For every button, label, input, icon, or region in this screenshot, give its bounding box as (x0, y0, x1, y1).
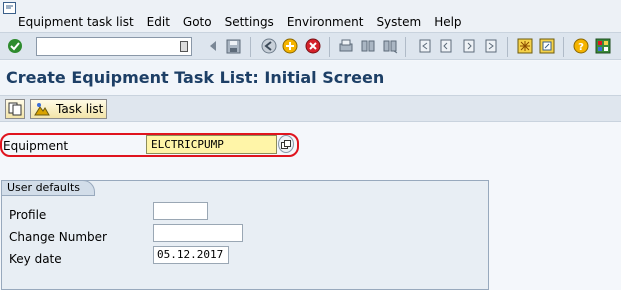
find-icon[interactable] (360, 38, 376, 54)
menu-bar: Equipment task list Edit Goto Settings E… (0, 0, 621, 32)
help-icon[interactable]: ? (573, 38, 589, 54)
application-toolbar: Task list (0, 95, 621, 122)
back-icon[interactable] (261, 38, 277, 54)
standard-toolbar: ? (0, 32, 621, 60)
enter-icon[interactable] (7, 38, 23, 54)
first-page-icon[interactable] (417, 38, 433, 54)
menu-item-edit[interactable]: Edit (147, 15, 170, 29)
save-icon[interactable] (225, 38, 241, 54)
menu-item-settings[interactable]: Settings (225, 15, 274, 29)
copy-from-button[interactable] (5, 99, 25, 119)
command-field-history-button[interactable] (180, 41, 188, 52)
key-date-label: Key date (9, 252, 62, 266)
equipment-input[interactable]: ELCTRICPUMP (146, 135, 277, 154)
group-title: User defaults (1, 180, 95, 196)
toolbar-separator (563, 37, 564, 57)
toolbar-separator (250, 37, 251, 57)
next-page-icon[interactable] (461, 38, 477, 54)
cancel-icon[interactable] (305, 38, 321, 54)
mountain-icon (34, 103, 50, 116)
copy-icon (8, 102, 22, 116)
change-number-input[interactable] (153, 224, 243, 242)
menu: Equipment task list Edit Goto Settings E… (18, 15, 475, 29)
toolbar-separator (507, 37, 508, 57)
svg-text:?: ? (578, 42, 584, 53)
exit-icon[interactable] (282, 38, 298, 54)
create-session-icon[interactable] (517, 38, 533, 54)
task-list-button[interactable]: Task list (30, 99, 107, 119)
equipment-label: Equipment (3, 139, 69, 153)
customize-layout-icon[interactable] (595, 38, 611, 54)
system-menu-icon[interactable] (3, 2, 16, 14)
previous-page-icon[interactable] (438, 38, 454, 54)
menu-item-goto[interactable]: Goto (183, 15, 212, 29)
menu-item-help[interactable]: Help (434, 15, 461, 29)
key-date-input[interactable]: 05.12.2017 (153, 246, 229, 264)
title-bar: Create Equipment Task List: Initial Scre… (0, 61, 621, 95)
page-title: Create Equipment Task List: Initial Scre… (6, 68, 385, 87)
back-arrow-icon[interactable] (205, 38, 221, 54)
menu-item-equipment-task-list[interactable]: Equipment task list (18, 15, 134, 29)
task-list-label: Task list (56, 102, 104, 116)
menu-item-environment[interactable]: Environment (287, 15, 364, 29)
command-field[interactable] (36, 37, 192, 56)
print-icon[interactable] (338, 38, 354, 54)
toolbar-separator (405, 37, 406, 57)
value-help-button[interactable] (278, 135, 294, 153)
toolbar-separator (329, 37, 330, 57)
main-area: Equipment ELCTRICPUMP User defaults Prof… (0, 123, 621, 290)
menu-item-system[interactable]: System (376, 15, 421, 29)
find-next-icon[interactable] (382, 38, 398, 54)
change-number-label: Change Number (9, 230, 107, 244)
profile-label: Profile (9, 208, 47, 222)
value-help-icon (281, 139, 291, 149)
user-defaults-group: User defaults Profile Change Number Key … (1, 180, 489, 290)
shortcut-icon[interactable] (539, 38, 555, 54)
profile-input[interactable] (153, 202, 208, 220)
last-page-icon[interactable] (483, 38, 499, 54)
